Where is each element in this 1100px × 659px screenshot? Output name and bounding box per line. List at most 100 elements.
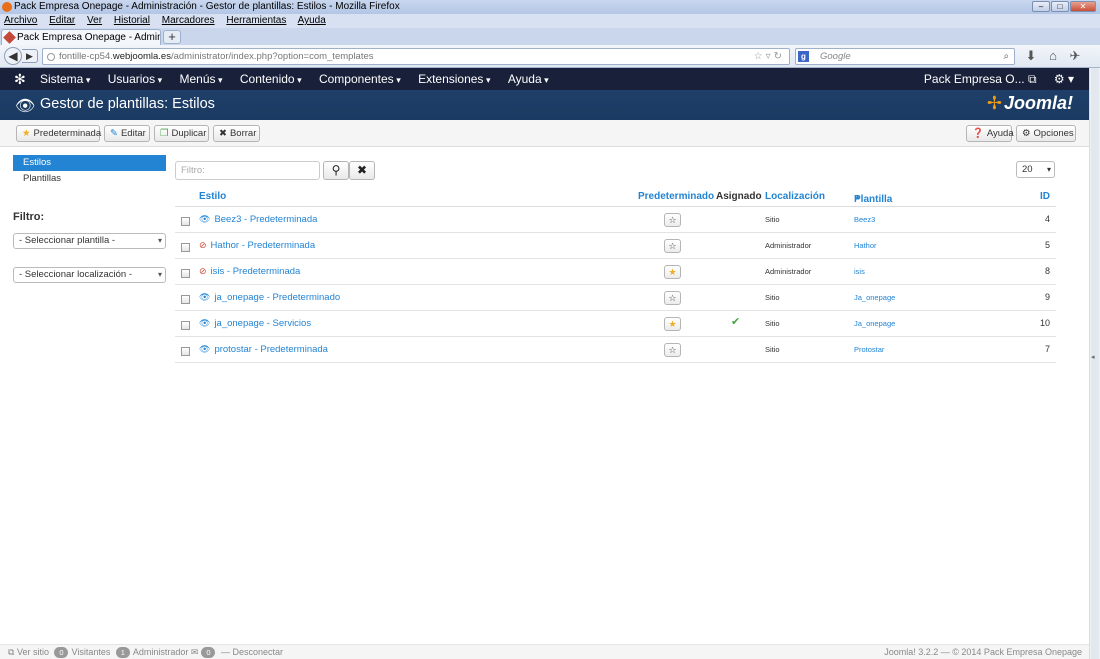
edit-button[interactable]: ✎ Editar	[104, 125, 150, 142]
logout-link[interactable]: Desconectar	[232, 647, 283, 657]
eye-icon[interactable]: 👁	[199, 318, 210, 328]
minus-icon: —	[220, 647, 230, 657]
new-tab-button[interactable]: +	[163, 30, 181, 44]
close-window-button[interactable]: ✕	[1070, 1, 1096, 12]
globe-icon	[47, 53, 55, 61]
nav-right: Pack Empresa O... ⧉ ⚙ ▾	[924, 68, 1074, 90]
scroll-thumb[interactable]	[1091, 68, 1099, 659]
view-site-link[interactable]: Ver sitio	[17, 647, 49, 657]
location-cell: Administrador	[765, 241, 812, 250]
default-star-button-active[interactable]: ★	[664, 317, 681, 331]
list-limit-select[interactable]: 20	[1016, 161, 1055, 178]
help-button[interactable]: ❓ Ayuda	[966, 125, 1014, 142]
style-link[interactable]: 👁 ja_onepage - Predeterminado	[199, 292, 340, 303]
gear-icon: ⚙	[1022, 128, 1031, 139]
row-checkbox[interactable]	[181, 269, 190, 278]
history-dropdown-icon[interactable]: ▿	[766, 51, 774, 62]
header-default[interactable]: Predeterminado	[638, 191, 714, 202]
addon-icon[interactable]: ✈	[1064, 48, 1086, 64]
nav-extensiones[interactable]: Extensiones	[418, 68, 490, 91]
clear-button[interactable]: ✖	[349, 161, 375, 180]
minimize-button[interactable]: –	[1032, 1, 1050, 12]
bookmark-star-icon[interactable]: ☆	[754, 51, 766, 62]
scroll-arrow-icon[interactable]: ◂	[1091, 353, 1095, 361]
external-link-icon[interactable]: ⧉	[1028, 72, 1037, 86]
row-checkbox[interactable]	[181, 217, 190, 226]
style-link[interactable]: ⊘ isis - Predeterminada	[199, 266, 300, 277]
style-link[interactable]: 👁 Beez3 - Predeterminada	[199, 214, 317, 225]
row-checkbox[interactable]	[181, 243, 190, 252]
filter-heading: Filtro:	[13, 211, 45, 223]
joomla-logo-icon[interactable]: ✻	[14, 72, 28, 86]
reload-icon[interactable]: ↻	[774, 51, 785, 62]
template-link[interactable]: Ja_onepage	[854, 293, 895, 302]
x-icon: ✖	[219, 128, 227, 139]
nav-menus[interactable]: Menús	[179, 68, 222, 91]
filter-search-input[interactable]: Filtro:	[175, 161, 320, 180]
default-star-button[interactable]: ☆	[664, 291, 681, 305]
joomla-mark-icon: ✢	[986, 93, 1002, 113]
style-link[interactable]: ⊘ Hathor - Predeterminada	[199, 240, 315, 251]
menu-ayuda[interactable]: Ayuda	[298, 15, 326, 26]
delete-button[interactable]: ✖ Borrar	[213, 125, 260, 142]
style-link[interactable]: 👁 protostar - Predeterminada	[199, 344, 328, 355]
nav-contenido[interactable]: Contenido	[240, 68, 302, 91]
menu-editar[interactable]: Editar	[49, 15, 75, 26]
menu-historial[interactable]: Historial	[114, 15, 150, 26]
header-location[interactable]: Localización	[765, 191, 825, 202]
default-star-button[interactable]: ☆	[664, 239, 681, 253]
table-row: ⊘ Hathor - Predeterminada ☆ Administrador…	[175, 233, 1056, 259]
site-link[interactable]: Pack Empresa O...	[924, 72, 1025, 86]
default-button[interactable]: ★ Predeterminada	[16, 125, 101, 142]
menu-archivo[interactable]: Archivo	[4, 15, 37, 26]
duplicate-button[interactable]: ❐ Duplicar	[154, 125, 209, 142]
sidebar-item-estilos[interactable]: Estilos	[13, 155, 166, 171]
eye-icon[interactable]: 👁	[199, 292, 210, 302]
menu-marcadores[interactable]: Marcadores	[162, 15, 215, 26]
search-button[interactable]: ⚲	[323, 161, 349, 180]
nav-usuarios[interactable]: Usuarios	[108, 68, 162, 91]
menu-herramientas[interactable]: Herramientas	[226, 15, 286, 26]
sidebar-item-plantillas[interactable]: Plantillas	[13, 171, 166, 187]
browser-search-field[interactable]: g Google ⌕	[795, 48, 1015, 65]
check-icon: ✔	[731, 316, 741, 328]
template-link[interactable]: isis	[854, 267, 865, 276]
download-icon[interactable]: ⬇	[1020, 48, 1042, 64]
default-star-button[interactable]: ☆	[664, 343, 681, 357]
eye-icon[interactable]: 👁	[199, 214, 210, 224]
style-link[interactable]: 👁 ja_onepage - Servicios	[199, 318, 311, 329]
back-button[interactable]: ◀	[4, 47, 22, 65]
browser-tab-active[interactable]: Pack Empresa Onepage - Administració...	[1, 29, 161, 45]
admins-badge: 1	[115, 647, 130, 658]
header-id[interactable]: ID	[1040, 191, 1050, 202]
row-checkbox[interactable]	[181, 321, 190, 330]
page-scrollbar[interactable]: ◂	[1089, 68, 1100, 659]
nav-componentes[interactable]: Componentes	[319, 68, 401, 91]
eye-icon[interactable]: 👁	[199, 344, 210, 354]
header-style[interactable]: Estilo	[199, 191, 226, 202]
home-icon[interactable]: ⌂	[1042, 48, 1064, 63]
template-link[interactable]: Hathor	[854, 241, 877, 250]
search-icon[interactable]: ⌕	[1004, 49, 1009, 64]
options-button[interactable]: ⚙ Opciones	[1016, 125, 1076, 142]
user-gear-icon[interactable]: ⚙ ▾	[1054, 72, 1074, 86]
table-header: Estilo Predeterminado Asignado Localizac…	[175, 188, 1056, 207]
style-name: ja_onepage - Predeterminado	[214, 292, 341, 303]
browser-navbar: ◀ ▶ fontille-cp54.webjoomla.es/administr…	[0, 45, 1100, 68]
template-link[interactable]: Beez3	[854, 215, 875, 224]
default-star-button-active[interactable]: ★	[664, 265, 681, 279]
template-link[interactable]: Protostar	[854, 345, 884, 354]
nav-ayuda[interactable]: Ayuda	[508, 68, 549, 91]
default-star-button[interactable]: ☆	[664, 213, 681, 227]
select-template-dropdown[interactable]: - Seleccionar plantilla -	[13, 233, 166, 249]
maximize-button[interactable]: □	[1051, 1, 1069, 12]
address-bar[interactable]: fontille-cp54.webjoomla.es/administrator…	[42, 48, 790, 65]
menu-ver[interactable]: Ver	[87, 15, 102, 26]
url-host: webjoomla.es	[112, 51, 171, 62]
select-location-dropdown[interactable]: - Seleccionar localización -	[13, 267, 166, 283]
forward-button[interactable]: ▶	[22, 49, 38, 63]
row-checkbox[interactable]	[181, 295, 190, 304]
row-checkbox[interactable]	[181, 347, 190, 356]
nav-sistema[interactable]: Sistema	[40, 68, 90, 91]
template-link[interactable]: Ja_onepage	[854, 319, 895, 328]
